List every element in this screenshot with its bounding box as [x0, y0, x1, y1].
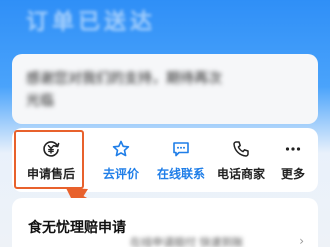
apply-after-sales-button[interactable]: 申请售后 — [16, 128, 86, 192]
online-contact-label: 在线联系 — [156, 166, 205, 181]
star-icon — [112, 140, 130, 156]
phone-icon — [233, 140, 249, 157]
review-label: 去评价 — [102, 166, 139, 181]
order-actions-bar: 申请售后 去评价 在线联系 电话商家 更多 — [12, 128, 318, 192]
more-label: 更多 — [280, 166, 305, 181]
order-status-title: 订单已送达 — [26, 10, 157, 35]
claim-title: 食无忧理赔申请 — [28, 220, 126, 236]
claim-subtitle: 在线申请赔付 快速到账 — [130, 236, 244, 247]
after-sales-icon — [43, 140, 60, 157]
chevron-right-icon: › — [299, 234, 304, 247]
claim-application-card[interactable]: 食无忧理赔申请 在线申请赔付 快速到账 › — [12, 198, 318, 247]
order-message-card: 感谢您对我们的支持，期待再次 光临 — [12, 54, 318, 124]
chat-bubble-icon — [173, 141, 189, 156]
more-dots-icon — [285, 146, 301, 151]
order-message-line-1: 感谢您对我们的支持，期待再次 — [26, 71, 222, 87]
more-button[interactable]: 更多 — [258, 128, 328, 192]
order-message-line-2: 光临 — [26, 93, 54, 109]
apply-after-sales-label: 申请售后 — [26, 166, 75, 181]
